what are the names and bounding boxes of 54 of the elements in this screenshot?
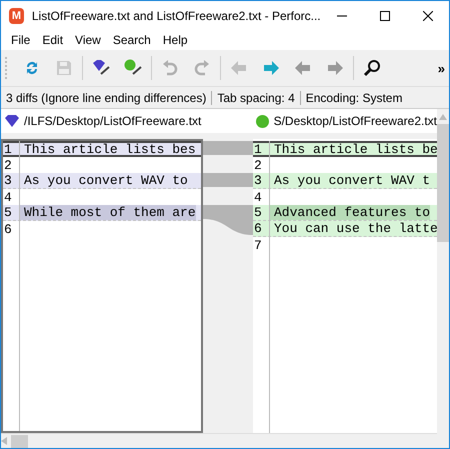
line-text: This article lists be <box>273 142 437 156</box>
line-number: 3 <box>3 173 13 188</box>
left-arrow-icon <box>231 61 247 75</box>
diamond-pen-icon <box>91 59 111 77</box>
line-number: 4 <box>253 190 263 204</box>
menu-item[interactable]: Edit <box>36 33 70 47</box>
diff-connector <box>203 141 253 155</box>
line-text: As you convert WAV to <box>23 173 188 188</box>
line-number: 1 <box>3 142 13 156</box>
status-text: Encoding: System <box>300 90 408 104</box>
status-text: 3 diffs (Ignore line ending differences) <box>6 90 208 104</box>
status-text: Tab spacing: 4 <box>211 90 300 104</box>
line-number: 4 <box>3 190 13 204</box>
line-number: 7 <box>253 238 263 252</box>
line-number: 2 <box>253 158 263 172</box>
close-icon[interactable] <box>422 10 433 20</box>
scrollbar-thumb[interactable] <box>11 434 28 448</box>
diamond-icon <box>5 115 19 127</box>
line-number: 3 <box>253 173 263 188</box>
circle-pen-icon <box>123 59 143 77</box>
scroll-left-icon[interactable] <box>1 437 7 445</box>
diff-connector <box>203 173 253 187</box>
scroll-up-icon[interactable] <box>439 114 447 120</box>
line-number: 5 <box>3 205 13 220</box>
menu-item[interactable]: Search <box>106 33 157 47</box>
scrollbar-thumb[interactable] <box>437 124 449 242</box>
line-number: 6 <box>253 221 263 236</box>
file-path: /ILFS/Desktop/ListOfFreeware.txt <box>24 114 202 128</box>
menu-item[interactable]: View <box>69 33 107 47</box>
window-title: ListOfFreeware.txt and ListOfFreeware2.txt - Perforc... <box>32 8 321 22</box>
line-text: While most of them are <box>19 205 196 220</box>
menu-item[interactable]: Help <box>156 33 194 47</box>
file-path: S/Desktop/ListOfFreeware2.txt <box>274 114 437 128</box>
line-text: You can use the latte <box>273 221 437 236</box>
line-text: As you convert WAV t <box>273 173 430 188</box>
line-number: 2 <box>3 158 13 172</box>
right-arrow-icon <box>327 61 343 75</box>
line-number: 6 <box>3 222 13 236</box>
line-number: 1 <box>253 142 263 156</box>
app-logo: M <box>9 8 24 24</box>
line-text: This article lists bes <box>23 142 196 156</box>
refresh-icon <box>24 60 40 76</box>
save-icon <box>56 60 72 76</box>
diff-connector <box>203 205 253 235</box>
redo-icon <box>194 60 210 76</box>
line-text: Advanced features to <box>269 205 430 220</box>
right-arrow-icon <box>263 61 279 75</box>
line-number: 5 <box>253 205 263 220</box>
menu-item[interactable]: File <box>5 33 36 47</box>
overflow-button[interactable]: » <box>438 60 445 76</box>
search-icon <box>363 59 381 77</box>
left-arrow-icon <box>295 61 311 75</box>
maximize-icon[interactable] <box>380 10 390 20</box>
undo-icon <box>162 60 178 76</box>
